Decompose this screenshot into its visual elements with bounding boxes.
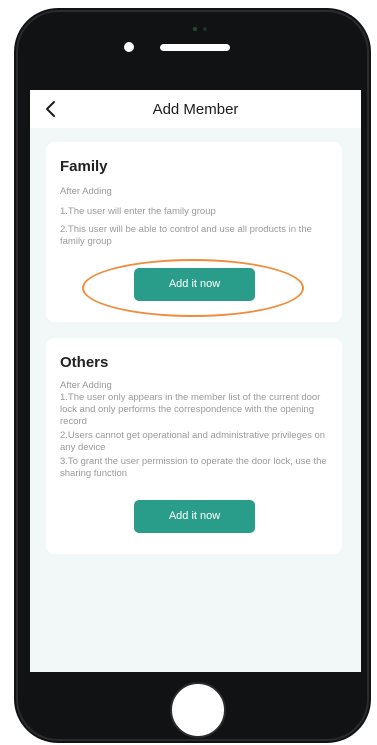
others-add-button[interactable]: Add it now (134, 500, 255, 533)
family-after-label: After Adding (60, 186, 112, 197)
family-title: Family (60, 158, 108, 175)
home-button[interactable] (170, 682, 226, 738)
front-camera (124, 42, 134, 52)
sensor-dot-2 (203, 27, 207, 31)
family-line-1: 1.The user will enter the family group (60, 206, 216, 217)
earpiece-speaker (160, 44, 230, 51)
family-add-button[interactable]: Add it now (134, 268, 255, 301)
others-title: Others (60, 354, 109, 371)
others-line-2: 2.Users cannot get operational and admin… (60, 430, 326, 453)
family-card: Family After Adding 1.The user will ente… (46, 142, 342, 322)
family-line-2: 2.This user will be able to control and … (60, 224, 312, 247)
others-line-1: 1.The user only appears in the member li… (60, 392, 321, 427)
page-title: Add Member (152, 101, 239, 118)
others-card: Others After Adding 1.The user only appe… (46, 338, 342, 554)
sensor-dot (193, 27, 197, 31)
app-screen: Add Member Family After Adding 1.The use… (30, 90, 361, 672)
others-after-label: After Adding (60, 380, 112, 391)
navigation-bar: Add Member (30, 90, 361, 128)
others-line-3: 3.To grant the user permission to operat… (60, 456, 327, 479)
